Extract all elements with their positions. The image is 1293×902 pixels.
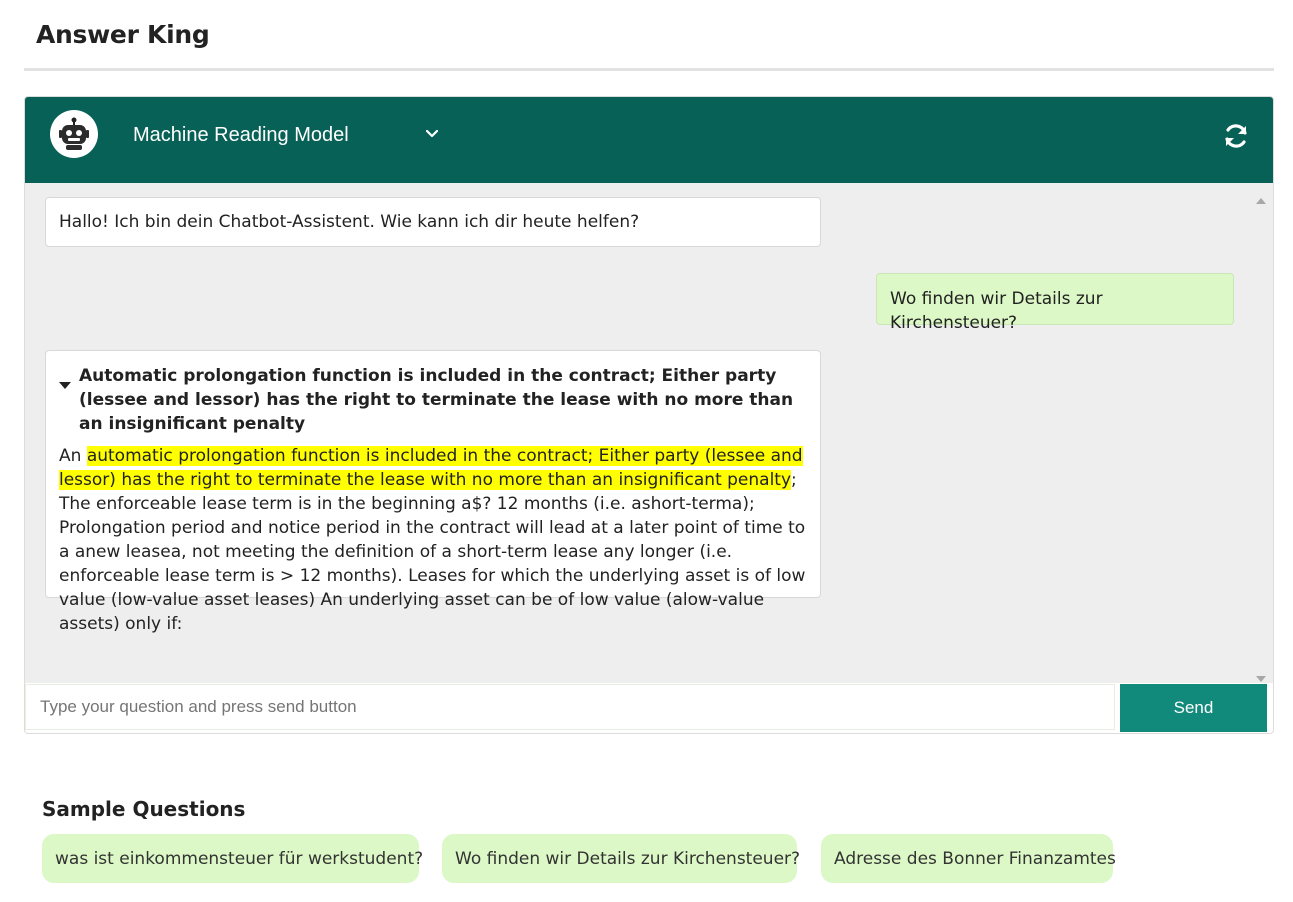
- chevron-down-icon: [425, 126, 439, 145]
- answer-body: An automatic prolongation function is in…: [59, 444, 807, 636]
- sample-question-chip[interactable]: Wo finden wir Details zur Kirchensteuer?: [442, 834, 800, 883]
- bot-message: Hallo! Ich bin dein Chatbot-Assistent. W…: [45, 197, 821, 247]
- bot-answer-message: Automatic prolongation function is inclu…: [45, 350, 821, 634]
- scroll-up-arrow-icon[interactable]: [1256, 189, 1266, 208]
- message-scrollbar[interactable]: [1249, 183, 1273, 683]
- chat-panel: Machine Reading Model Hallo! Ich bin dei…: [24, 96, 1274, 734]
- refresh-icon: [1225, 124, 1247, 148]
- send-button[interactable]: Send: [1120, 684, 1267, 732]
- chat-header: Machine Reading Model: [25, 97, 1273, 183]
- robot-icon: [50, 110, 98, 158]
- sample-question-chip[interactable]: was ist einkommensteuer für werkstudent?: [42, 834, 423, 883]
- answer-summary: Automatic prolongation function is inclu…: [79, 366, 794, 434]
- sample-question-chip[interactable]: Adresse des Bonner Finanzamtes: [821, 834, 1116, 883]
- title-divider: [24, 68, 1274, 71]
- answer-highlight: automatic prolongation function is inclu…: [59, 446, 803, 490]
- model-select-label: Machine Reading Model: [133, 123, 349, 146]
- message-list: Hallo! Ich bin dein Chatbot-Assistent. W…: [25, 183, 1249, 683]
- input-row: Send: [25, 683, 1273, 733]
- app-title: Answer King: [36, 20, 210, 49]
- refresh-button[interactable]: [1221, 121, 1251, 151]
- caret-down-icon: [59, 373, 71, 436]
- user-message: Wo finden wir Details zur Kirchensteuer?: [876, 273, 1234, 333]
- answer-summary-toggle[interactable]: Automatic prolongation function is inclu…: [59, 364, 807, 436]
- question-input[interactable]: [25, 684, 1115, 730]
- model-select[interactable]: Machine Reading Model: [129, 119, 449, 151]
- sample-questions-title: Sample Questions: [42, 797, 246, 821]
- answer-body-prefix: An: [59, 446, 87, 466]
- answer-body-suffix: ; The enforceable lease term is in the b…: [59, 470, 806, 634]
